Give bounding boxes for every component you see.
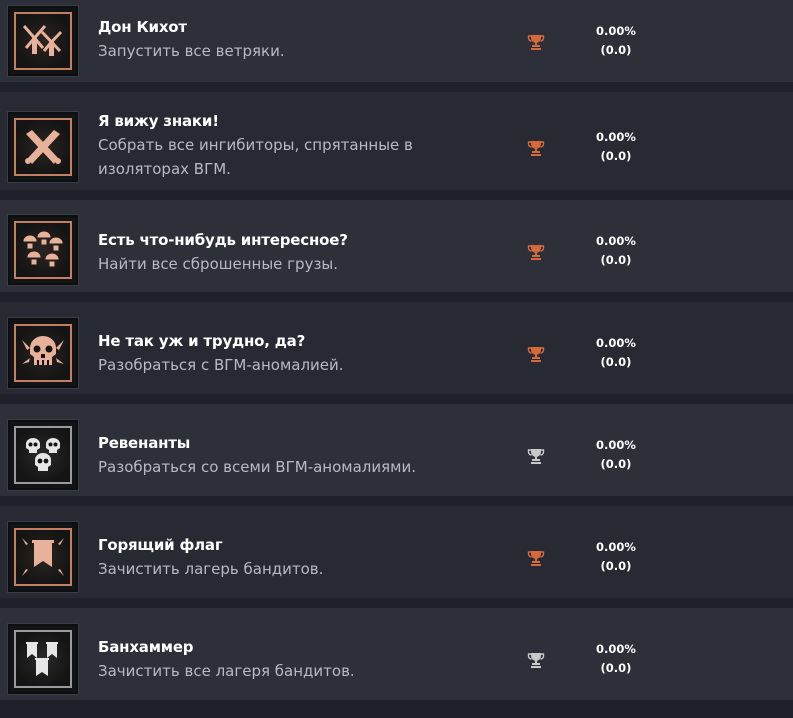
achievement-count: (0.0): [600, 559, 632, 573]
banner-icon: [22, 538, 64, 576]
achievement-percent: 0.00%: [596, 540, 636, 554]
achievement-percent: 0.00%: [596, 234, 636, 248]
bronze-trophy-icon: [527, 549, 545, 567]
achievement-percent: 0.00%: [596, 130, 636, 144]
achievement-description: Найти все сброшенные грузы.: [98, 255, 339, 273]
achievement-icon-frame: [7, 419, 79, 491]
achievement-count: (0.0): [600, 253, 632, 267]
bronze-trophy-icon: [527, 139, 545, 157]
achievement-row[interactable]: Не так уж и трудно, да? Разобраться с ВГ…: [0, 302, 793, 394]
achievement-icon-frame: [7, 5, 79, 77]
achievement-count: (0.0): [600, 457, 632, 471]
achievement-description: Запустить все ветряки.: [98, 42, 285, 60]
parachutes-icon: [23, 231, 63, 267]
achievement-icon-frame: [7, 214, 79, 286]
achievement-description: Разобраться с ВГМ-аномалией.: [98, 356, 344, 374]
achievements-list: Дон Кихот Запустить все ветряки. 0.00% (…: [0, 0, 793, 718]
achievement-percent: 0.00%: [596, 642, 636, 656]
achievement-title: Ревенанты: [98, 434, 191, 452]
skull-icon: [22, 336, 64, 365]
achievement-description: Зачистить все лагеря бандитов.: [98, 662, 355, 680]
achievement-title: Есть что-нибудь интересное?: [98, 231, 348, 249]
bronze-trophy-icon: [527, 33, 545, 51]
achievement-title: Банхаммер: [98, 638, 194, 656]
achievement-title: Дон Кихот: [98, 18, 187, 36]
achievement-icon-frame: [7, 111, 79, 183]
achievement-count: (0.0): [600, 149, 632, 163]
achievement-description: Собрать все ингибиторы, спрятанные в изо…: [98, 136, 413, 178]
achievement-icon-frame: [7, 521, 79, 593]
achievement-count: (0.0): [600, 355, 632, 369]
achievement-percent: 0.00%: [596, 438, 636, 452]
windmills-icon: [22, 25, 63, 56]
achievement-count: (0.0): [600, 661, 632, 675]
bronze-trophy-icon: [527, 243, 545, 261]
achievement-row[interactable]: Горящий флаг Зачистить лагерь бандитов. …: [0, 506, 793, 598]
crossed-tools-icon: [25, 130, 61, 164]
achievement-row[interactable]: Я вижу знаки! Собрать все ингибиторы, сп…: [0, 92, 793, 190]
achievement-title: Не так уж и трудно, да?: [98, 332, 306, 350]
achievement-icon-frame: [7, 317, 79, 389]
achievement-row[interactable]: Дон Кихот Запустить все ветряки. 0.00% (…: [0, 0, 793, 82]
achievement-description: Разобраться со всеми ВГМ-аномалиями.: [98, 458, 416, 476]
achievement-row[interactable]: Ревенанты Разобраться со всеми ВГМ-анома…: [0, 404, 793, 496]
achievement-description: Зачистить лагерь бандитов.: [98, 560, 324, 578]
silver-trophy-icon: [527, 651, 545, 669]
achievement-row[interactable]: Банхаммер Зачистить все лагеря бандитов.…: [0, 608, 793, 700]
silver-trophy-icon: [527, 447, 545, 465]
skulls-group-icon: [26, 438, 60, 471]
achievement-percent: 0.00%: [596, 24, 636, 38]
achievement-count: (0.0): [600, 43, 632, 57]
banners-icon: [26, 642, 58, 676]
bronze-trophy-icon: [527, 345, 545, 363]
achievement-icon-frame: [7, 623, 79, 695]
achievement-percent: 0.00%: [596, 336, 636, 350]
achievement-title: Горящий флаг: [98, 536, 223, 554]
achievement-title: Я вижу знаки!: [98, 112, 219, 130]
achievement-row[interactable]: Есть что-нибудь интересное? Найти все сб…: [0, 200, 793, 292]
